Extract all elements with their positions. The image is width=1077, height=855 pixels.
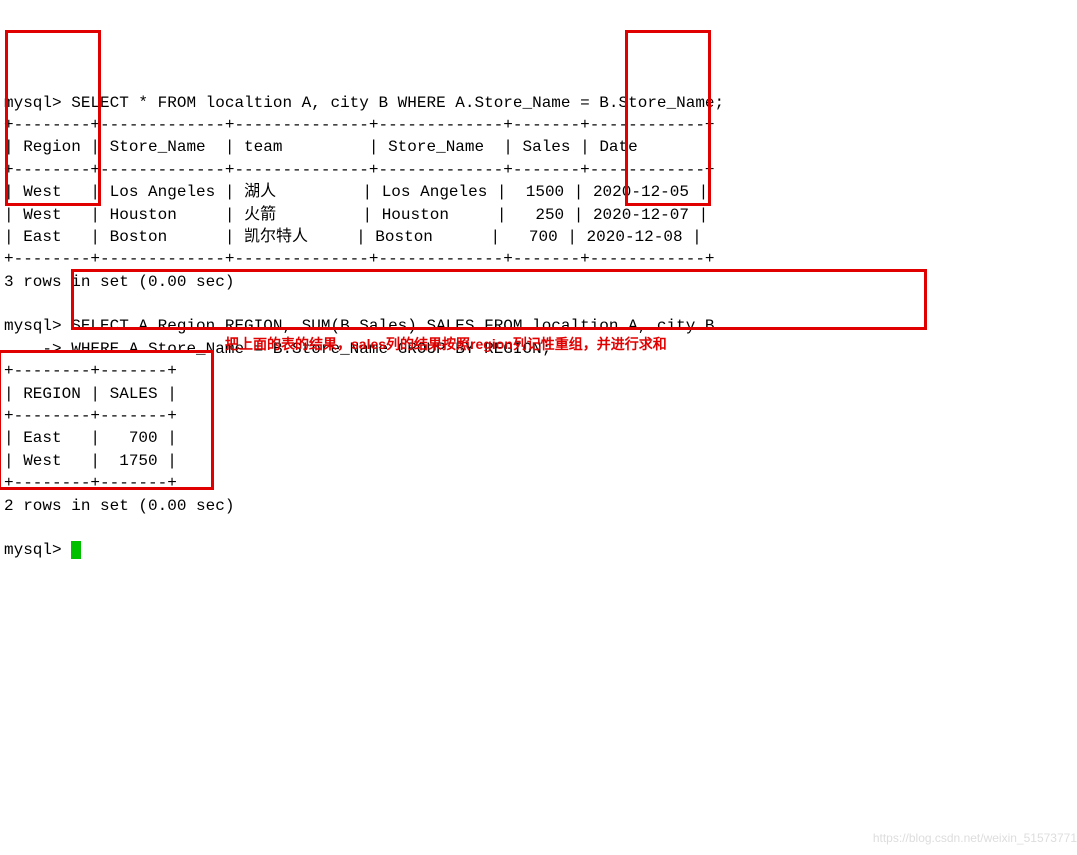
rows-count-2: 2 rows in set (0.00 sec) [4,497,234,515]
cell: 2020-12-05 [593,183,689,201]
cell: West [23,206,61,224]
mysql-prompt: mysql> [4,94,62,112]
cell: Boston [375,228,433,246]
highlight-region-column [5,30,101,206]
cell: 1500 [526,183,564,201]
col-sales: Sales [523,138,571,156]
cell: 1750 [110,452,158,470]
cell: Boston [110,228,168,246]
cell: 火箭 [244,206,276,224]
cell: Los Angeles [110,183,216,201]
cell: 2020-12-08 [587,228,683,246]
col-sales2: SALES [110,385,158,403]
sql-query-2-line1: SELECT A.Region REGION, SUM(B.Sales) SAL… [71,317,714,335]
col-date: Date [599,138,637,156]
highlight-sales-column [625,30,711,206]
cell: Los Angeles [382,183,488,201]
watermark: https://blog.csdn.net/weixin_51573771 [873,830,1077,847]
col-team: team [244,138,282,156]
col-storename2: Store_Name [388,138,484,156]
cursor[interactable] [71,541,81,559]
mysql-continuation: -> [4,340,62,358]
cell: 700 [110,429,158,447]
cell: 700 [519,228,557,246]
cell: Houston [382,206,449,224]
annotation-text: 把上面的表的结果，sales列的结果按照region列记性重组，并进行求和 [225,335,667,355]
cell: East [23,228,61,246]
rows-count-1: 3 rows in set (0.00 sec) [4,273,234,291]
col-region: Region [23,138,81,156]
cell: West [23,452,61,470]
cell: East [23,429,61,447]
cell: Houston [110,206,177,224]
col-region2: REGION [23,385,81,403]
cell: 湖人 [244,183,276,201]
mysql-prompt: mysql> [4,541,62,559]
cell: 凯尔特人 [244,228,308,246]
sql-query-1: SELECT * FROM localtion A, city B WHERE … [71,94,724,112]
cell: 250 [526,206,564,224]
cell: 2020-12-07 [593,206,689,224]
mysql-prompt: mysql> [4,317,62,335]
col-storename: Store_Name [110,138,206,156]
cell: West [23,183,61,201]
